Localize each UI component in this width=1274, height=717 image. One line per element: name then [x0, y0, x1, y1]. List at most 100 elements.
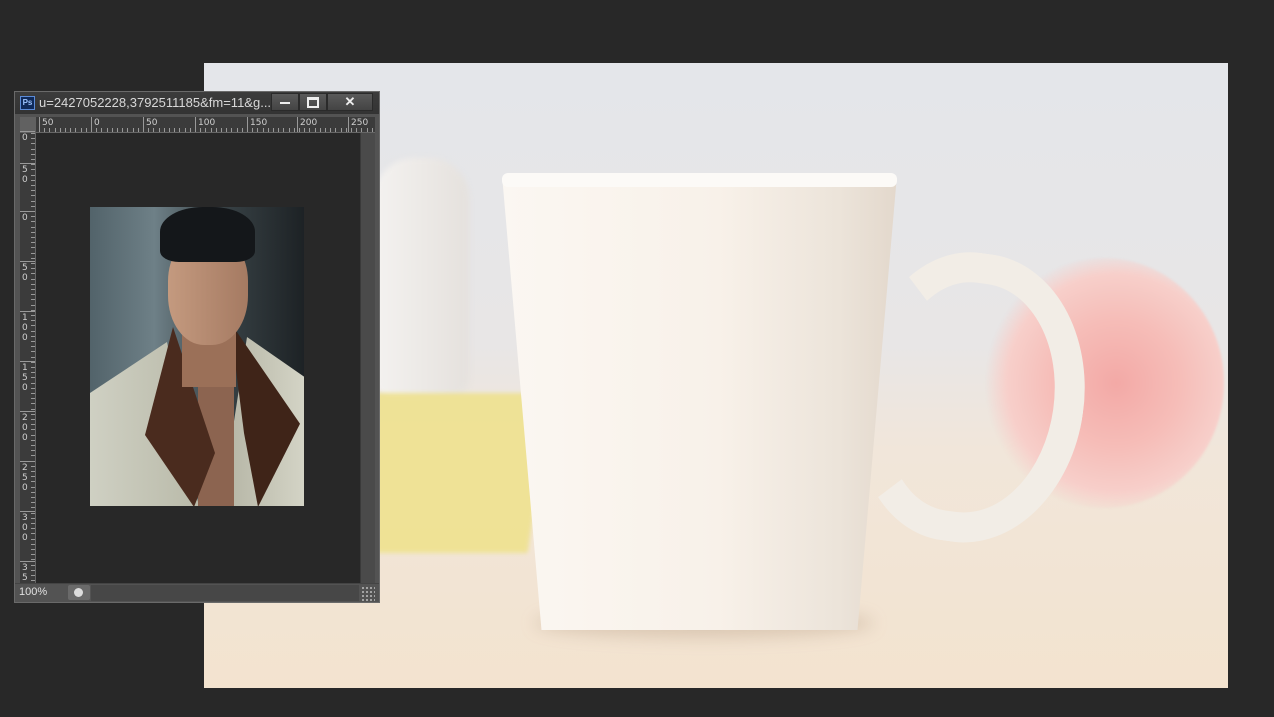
resize-grip[interactable] [360, 585, 375, 601]
ruler-minor-tick [31, 279, 35, 280]
horizontal-ruler[interactable]: 50 0 50 100 150 200 250 [36, 117, 375, 133]
ruler-minor-tick [31, 227, 35, 228]
ruler-minor-tick [31, 528, 35, 529]
ruler-minor-tick [31, 403, 35, 404]
ruler-minor-tick [31, 487, 35, 488]
close-icon: ✕ [344, 94, 356, 109]
ruler-minor-tick [335, 128, 336, 132]
ruler-minor-tick [91, 128, 92, 132]
ruler-minor-tick [148, 128, 149, 132]
ruler-minor-tick [31, 201, 35, 202]
ruler-minor-tick [31, 221, 35, 222]
ruler-minor-tick [31, 336, 35, 337]
ruler-minor-tick [31, 575, 35, 576]
ruler-minor-tick [65, 128, 66, 132]
ruler-minor-tick [31, 133, 35, 134]
ruler-minor-tick [31, 331, 35, 332]
ruler-minor-tick [216, 128, 217, 132]
ruler-minor-tick [31, 565, 35, 566]
ruler-minor-tick [31, 492, 35, 493]
document-titlebar[interactable]: Ps u=2427052228,3792511185&fm=11&g... ✕ [15, 92, 379, 114]
ruler-minor-tick [31, 419, 35, 420]
ruler-minor-tick [138, 128, 139, 132]
ruler-minor-tick [273, 128, 274, 132]
ruler-minor-tick [31, 455, 35, 456]
ruler-minor-tick [70, 128, 71, 132]
ruler-minor-tick [31, 247, 35, 248]
ruler-minor-tick [31, 554, 35, 555]
ruler-minor-tick [127, 128, 128, 132]
ruler-minor-tick [195, 128, 196, 132]
ruler-minor-tick [31, 570, 35, 571]
ruler-minor-tick [315, 128, 316, 132]
ruler-minor-tick [367, 128, 368, 132]
ruler-minor-tick [31, 445, 35, 446]
ruler-minor-tick [31, 195, 35, 196]
ruler-minor-tick [221, 128, 222, 132]
ruler-minor-tick [55, 128, 56, 132]
ruler-minor-tick [107, 128, 108, 132]
ruler-minor-tick [31, 539, 35, 540]
ruler-minor-tick [31, 523, 35, 524]
ruler-minor-tick [31, 253, 35, 254]
ruler-tick [297, 117, 298, 132]
ruler-minor-tick [31, 185, 35, 186]
ruler-minor-tick [309, 128, 310, 132]
photoshop-icon: Ps [20, 96, 35, 110]
ruler-label: 100 [22, 313, 28, 343]
ruler-minor-tick [31, 409, 35, 410]
ruler-label: 0 [94, 118, 100, 128]
ruler-minor-tick [31, 518, 35, 519]
ruler-minor-tick [31, 497, 35, 498]
hair [160, 207, 255, 262]
horizontal-scrollbar[interactable] [91, 585, 359, 601]
document-window[interactable]: Ps u=2427052228,3792511185&fm=11&g... ✕ … [14, 91, 380, 603]
ruler-minor-tick [31, 424, 35, 425]
close-button[interactable]: ✕ [327, 93, 373, 111]
ruler-minor-tick [304, 128, 305, 132]
minimize-button[interactable] [271, 93, 299, 111]
ruler-minor-tick [44, 128, 45, 132]
ruler-minor-tick [211, 128, 212, 132]
ruler-minor-tick [325, 128, 326, 132]
ruler-minor-tick [31, 149, 35, 150]
ruler-minor-tick [200, 128, 201, 132]
ruler-minor-tick [242, 128, 243, 132]
ruler-minor-tick [179, 128, 180, 132]
ruler-minor-tick [283, 128, 284, 132]
status-menu-button[interactable] [68, 585, 90, 600]
ruler-label: 0 [22, 133, 28, 143]
ruler-minor-tick [31, 325, 35, 326]
ruler-tick [20, 511, 35, 512]
ruler-tick [20, 561, 35, 562]
ruler-label: 50 [146, 118, 158, 128]
ruler-minor-tick [299, 128, 300, 132]
ruler-minor-tick [31, 393, 35, 394]
ruler-minor-tick [190, 128, 191, 132]
ruler-label: 50 [42, 118, 54, 128]
zoom-level[interactable]: 100% [19, 586, 47, 598]
ruler-label: 50 [22, 165, 28, 185]
ruler-label: 35 [22, 563, 28, 583]
ruler-minor-tick [31, 237, 35, 238]
ruler-tick [20, 131, 35, 132]
ruler-minor-tick [96, 128, 97, 132]
ruler-minor-tick [31, 206, 35, 207]
ruler-minor-tick [252, 128, 253, 132]
vertical-ruler[interactable]: 0 50 0 50 100 150 200 250 300 35 [20, 131, 36, 583]
ruler-label: 50 [22, 263, 28, 283]
ruler-minor-tick [31, 232, 35, 233]
ruler-minor-tick [31, 533, 35, 534]
vertical-scrollbar[interactable] [360, 133, 375, 583]
ruler-minor-tick [49, 128, 50, 132]
ruler-minor-tick [31, 559, 35, 560]
status-bar: 100% [15, 583, 379, 602]
ruler-minor-tick [31, 502, 35, 503]
ruler-minor-tick [278, 128, 279, 132]
ruler-minor-tick [31, 299, 35, 300]
ruler-minor-tick [31, 398, 35, 399]
ruler-minor-tick [346, 128, 347, 132]
maximize-button[interactable] [299, 93, 327, 111]
ruler-minor-tick [153, 128, 154, 132]
document-canvas[interactable] [36, 133, 360, 583]
